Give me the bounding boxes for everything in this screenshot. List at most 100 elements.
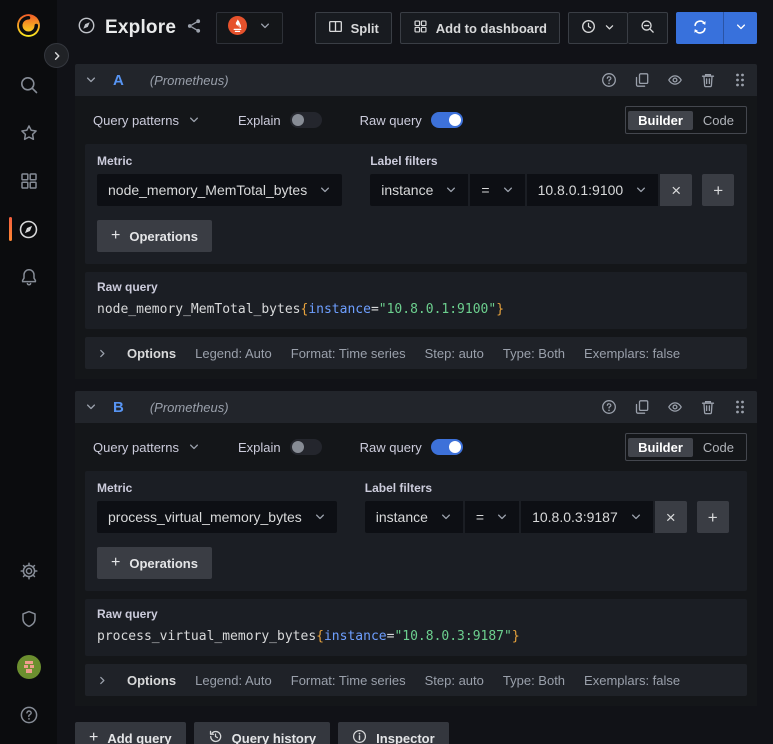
chevron-right-icon xyxy=(97,348,108,359)
builder-mode-option[interactable]: Builder xyxy=(628,437,693,457)
query-ref-id[interactable]: A xyxy=(113,72,124,89)
query-options-collapsible[interactable]: Options Legend: Auto Format: Time series… xyxy=(85,337,747,369)
explain-toggle[interactable] xyxy=(289,439,322,455)
promql-expression: node_memory_MemTotal_bytes{instance="10.… xyxy=(97,301,735,319)
grafana-logo[interactable] xyxy=(15,12,42,44)
query-ref-id[interactable]: B xyxy=(113,399,124,416)
share-icon[interactable] xyxy=(186,18,202,39)
query-editor-row-b: B (Prometheus) Query patterns Explain Ra… xyxy=(75,391,757,706)
add-to-dashboard-button[interactable]: Add to dashboard xyxy=(399,12,560,44)
remove-filter-button[interactable]: × xyxy=(660,174,693,206)
split-button[interactable]: Split xyxy=(314,12,392,44)
time-range-picker[interactable] xyxy=(568,12,628,44)
options-exemplars: Exemplars: false xyxy=(584,345,681,361)
sync-icon xyxy=(692,19,708,38)
explore-footer-actions: + Add query Query history Inspector xyxy=(75,718,757,744)
query-header-b[interactable]: B (Prometheus) xyxy=(75,391,757,423)
explain-toggle[interactable] xyxy=(289,112,322,128)
datasource-picker[interactable] xyxy=(216,12,284,44)
duplicate-query-icon[interactable] xyxy=(634,399,650,415)
filter-key-value: instance xyxy=(381,182,434,198)
metric-select[interactable]: process_virtual_memory_bytes xyxy=(97,501,337,533)
raw-query-preview-label: Raw query xyxy=(97,280,158,294)
code-close-brace: } xyxy=(496,302,505,317)
metric-select[interactable]: node_memory_MemTotal_bytes xyxy=(97,174,343,206)
delete-query-trash-icon[interactable] xyxy=(700,72,716,88)
help-circle-icon[interactable] xyxy=(601,399,617,415)
plus-icon: + xyxy=(111,554,121,571)
query-datasource-name: (Prometheus) xyxy=(149,399,229,415)
collapse-chevron-icon[interactable] xyxy=(85,401,97,413)
query-history-button[interactable]: Query history xyxy=(193,722,331,744)
search-minus-icon xyxy=(640,19,655,37)
query-header-a[interactable]: A (Prometheus) xyxy=(75,64,757,96)
add-filter-button[interactable]: + xyxy=(696,501,729,533)
sidebar-item-search[interactable] xyxy=(0,72,57,98)
dashboards-grid-icon xyxy=(19,171,39,191)
sidebar xyxy=(0,0,57,744)
filter-key-select[interactable]: instance xyxy=(370,174,469,206)
zoom-out-button[interactable] xyxy=(628,12,668,44)
help-circle-icon[interactable] xyxy=(601,72,617,88)
hide-query-eye-icon[interactable] xyxy=(667,399,683,415)
explain-label: Explain xyxy=(238,112,281,128)
builder-mode-option[interactable]: Builder xyxy=(628,110,693,130)
code-string-value: "10.8.0.3:9187" xyxy=(394,629,512,644)
drag-handle-icon[interactable] xyxy=(733,72,747,88)
sidebar-item-help[interactable] xyxy=(0,702,57,728)
filter-value-text: 10.8.0.3:9187 xyxy=(532,509,618,525)
sidebar-item-explore[interactable] xyxy=(0,216,57,242)
plus-icon: + xyxy=(111,227,121,244)
filter-operator-select[interactable]: = xyxy=(470,174,525,206)
query-editor-toolbar: Query patterns Explain Raw query Builder… xyxy=(85,104,747,136)
drag-handle-icon[interactable] xyxy=(733,399,747,415)
filter-value-select[interactable]: 10.8.0.3:9187 xyxy=(521,501,653,533)
sidebar-item-dashboards[interactable] xyxy=(0,168,57,194)
options-format: Format: Time series xyxy=(290,672,406,688)
page-title: Explore xyxy=(105,17,177,38)
query-patterns-dropdown[interactable]: Query patterns xyxy=(93,113,200,128)
remove-filter-button[interactable]: × xyxy=(654,501,687,533)
query-patterns-label: Query patterns xyxy=(93,439,179,455)
metric-field-label: Metric xyxy=(97,481,133,495)
collapse-chevron-icon[interactable] xyxy=(85,74,97,86)
filter-operator-select[interactable]: = xyxy=(464,501,520,533)
add-filter-button[interactable]: + xyxy=(702,174,735,206)
editor-mode-switch: Builder Code xyxy=(625,106,747,134)
add-operations-button[interactable]: + Operations xyxy=(97,547,212,579)
run-query-interval-dropdown[interactable] xyxy=(723,12,757,44)
filter-operator-value: = xyxy=(481,182,490,198)
sidebar-expand-button[interactable] xyxy=(44,43,69,68)
sidebar-item-settings[interactable] xyxy=(0,558,57,584)
add-query-button[interactable]: + Add query xyxy=(75,722,186,744)
run-query-button[interactable] xyxy=(676,12,723,44)
explore-content: A (Prometheus) Query patterns Explain Ra… xyxy=(57,56,773,744)
query-header-actions xyxy=(601,399,747,415)
sidebar-item-profile[interactable] xyxy=(0,654,57,680)
sidebar-item-alerting[interactable] xyxy=(0,264,57,290)
code-mode-option[interactable]: Code xyxy=(693,111,744,130)
add-operations-button[interactable]: + Operations xyxy=(97,220,212,252)
sidebar-item-starred[interactable] xyxy=(0,120,57,146)
delete-query-trash-icon[interactable] xyxy=(700,399,716,415)
filter-key-select[interactable]: instance xyxy=(364,501,463,533)
raw-query-toggle[interactable] xyxy=(430,439,463,455)
metric-value: process_virtual_memory_bytes xyxy=(108,509,302,525)
code-label-key: instance xyxy=(308,302,371,317)
options-type: Type: Both xyxy=(502,345,566,361)
duplicate-query-icon[interactable] xyxy=(634,72,650,88)
sidebar-item-server-admin[interactable] xyxy=(0,606,57,632)
raw-query-preview-label: Raw query xyxy=(97,607,158,621)
code-mode-option[interactable]: Code xyxy=(693,438,744,457)
raw-query-toggle[interactable] xyxy=(430,112,463,128)
hide-query-eye-icon[interactable] xyxy=(667,72,683,88)
plus-icon: + xyxy=(89,729,99,744)
split-label: Split xyxy=(350,20,379,36)
query-patterns-dropdown[interactable]: Query patterns xyxy=(93,440,200,455)
query-options-collapsible[interactable]: Options Legend: Auto Format: Time series… xyxy=(85,664,747,696)
star-icon xyxy=(19,123,39,143)
visual-query-builder: Metric process_virtual_memory_bytes Labe… xyxy=(85,471,747,591)
filter-value-select[interactable]: 10.8.0.1:9100 xyxy=(526,174,659,206)
inspector-button[interactable]: Inspector xyxy=(338,722,449,744)
code-metric: node_memory_MemTotal_bytes xyxy=(97,302,301,317)
